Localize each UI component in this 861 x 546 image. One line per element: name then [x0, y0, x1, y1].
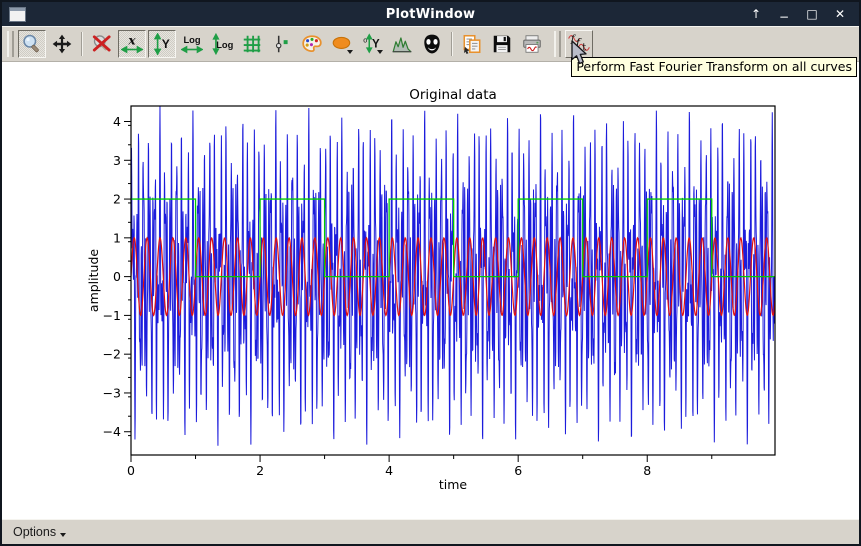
shade-button[interactable]: ↑	[749, 2, 763, 26]
curves	[131, 106, 775, 446]
move-icon	[51, 33, 73, 55]
plot-canvas[interactable]: Original data time amplitude 0 2 4 6 8 −4 −3 −2 −1 0…	[2, 62, 859, 519]
options-button[interactable]: Options	[9, 523, 70, 541]
y-axis-icon: Y	[151, 33, 173, 55]
options-caret-icon	[60, 533, 66, 537]
mask-icon	[421, 33, 443, 55]
minimize-button[interactable]: −	[777, 5, 791, 29]
x-tick-label: 2	[256, 463, 264, 478]
svg-text:Log: Log	[183, 35, 200, 45]
log-y-icon: Log	[211, 33, 233, 55]
pan-button[interactable]	[48, 30, 76, 58]
x-axis-label: time	[439, 477, 468, 492]
titlebar[interactable]: PlotWindow ↑−□ ✕	[2, 2, 859, 26]
x-tick-label: 4	[385, 463, 393, 478]
main-toolbar: xYLogLogoY	[6, 27, 547, 61]
histogram-button[interactable]	[388, 30, 416, 58]
grid-icon	[241, 33, 263, 55]
y-axis-scale-button[interactable]: Y	[148, 30, 176, 58]
y-tick-label: −3	[103, 385, 121, 400]
grid-button[interactable]	[238, 30, 266, 58]
save-icon	[491, 33, 513, 55]
cross-section-icon	[271, 33, 293, 55]
x-tick-label: 0	[127, 463, 135, 478]
x-axis-icon: x	[121, 33, 143, 55]
x-tick-label: 8	[643, 463, 651, 478]
window-title: PlotWindow	[2, 7, 859, 22]
close-button[interactable]: ✕	[833, 2, 847, 26]
copy-to-clipboard-button[interactable]	[458, 30, 486, 58]
mouse-cursor-icon	[569, 40, 589, 71]
toolbar-handle[interactable]	[7, 31, 14, 57]
y-tick-label: 0	[113, 269, 121, 284]
magnifier-off-icon	[91, 33, 113, 55]
cross-section-button[interactable]	[268, 30, 296, 58]
plot-svg: Original data time amplitude 0 2 4 6 8 −4 −3 −2 −1 0…	[2, 62, 859, 521]
dropdown-caret-icon	[377, 50, 383, 54]
log-x-button[interactable]: Log	[178, 30, 206, 58]
plot-title: Original data	[409, 87, 497, 103]
options-label: Options	[13, 525, 56, 539]
svg-text:o: o	[363, 36, 367, 44]
y-tick-label: 3	[113, 153, 121, 168]
save-button[interactable]	[488, 30, 516, 58]
plot-window: PlotWindow ↑−□✕ xYLogLogoY fft Original …	[0, 0, 861, 546]
y-tick-label: 4	[113, 114, 121, 129]
y-tick-label: −2	[103, 347, 121, 362]
x-tick-label: 6	[514, 463, 522, 478]
magnifier-icon	[21, 33, 43, 55]
toolbar-separator	[81, 32, 83, 56]
toolbar-separator	[451, 32, 453, 56]
unzoom-button[interactable]	[88, 30, 116, 58]
y-tick-label: 2	[113, 192, 121, 207]
shape-tool-button[interactable]	[328, 30, 356, 58]
maximize-button[interactable]: □	[805, 2, 819, 26]
curve-stats-button[interactable]: oY	[358, 30, 386, 58]
svg-text:Y: Y	[162, 37, 170, 51]
statusbar: Options	[2, 519, 859, 544]
svg-text:x: x	[127, 34, 136, 48]
log-x-icon: Log	[181, 33, 203, 55]
mask-button[interactable]	[418, 30, 446, 58]
y-tick-label: −4	[103, 424, 121, 439]
palette-icon	[301, 33, 323, 55]
clipboard-icon	[461, 33, 483, 55]
dropdown-caret-icon	[347, 50, 353, 54]
fft-tooltip: Perform Fast Fourier Transform on all cu…	[571, 57, 857, 77]
zoom-button[interactable]	[18, 30, 46, 58]
log-y-button[interactable]: Log	[208, 30, 236, 58]
y-tick-label: −1	[103, 308, 121, 323]
printer-icon	[521, 33, 543, 55]
svg-text:Log: Log	[216, 40, 233, 50]
print-button[interactable]	[518, 30, 546, 58]
y-tick-label: 1	[113, 230, 121, 245]
y-axis-label: amplitude	[86, 249, 101, 312]
x-axis-scale-button[interactable]: x	[118, 30, 146, 58]
toolbar-handle[interactable]	[554, 31, 561, 57]
histogram-icon	[391, 33, 413, 55]
window-controls: ↑−□ ✕	[749, 2, 859, 26]
item-parameters-button[interactable]	[298, 30, 326, 58]
svg-text:Y: Y	[372, 38, 380, 50]
